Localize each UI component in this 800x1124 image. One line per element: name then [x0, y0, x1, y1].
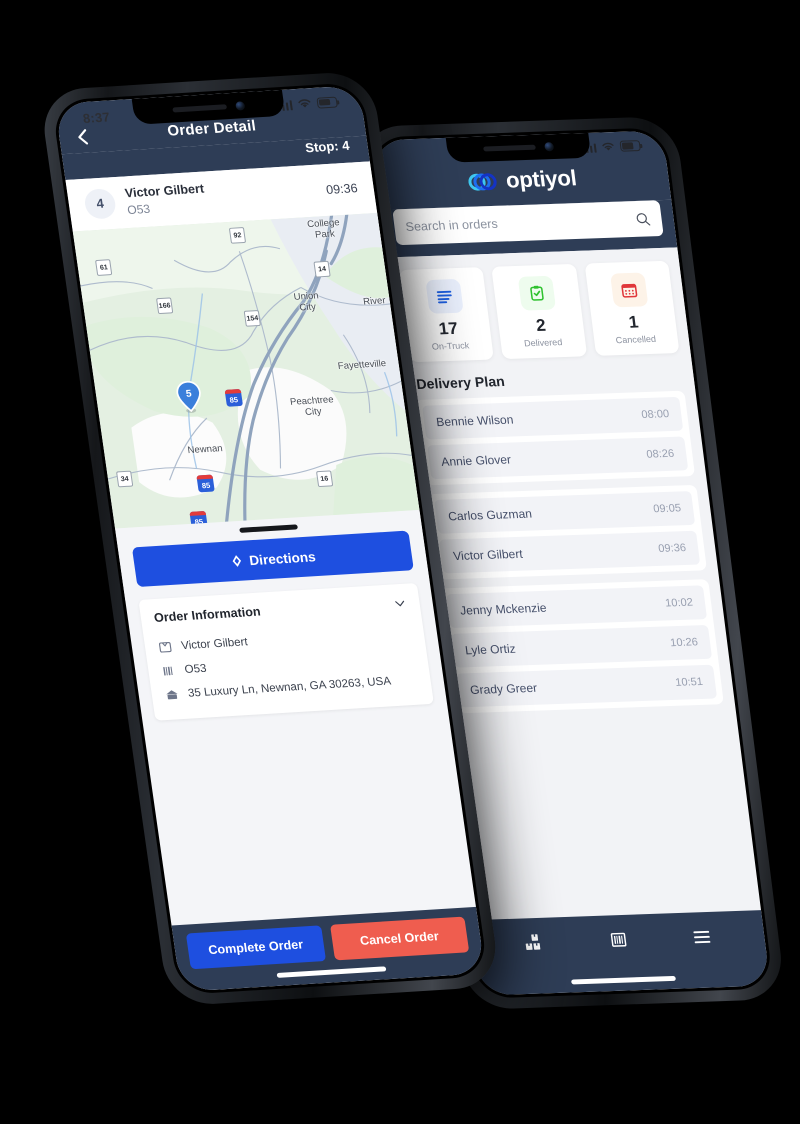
stop-badge: 4 [82, 187, 118, 220]
list-item-time: 09:36 [657, 541, 687, 555]
list-item[interactable]: Jenny Mckenzie 10:02 [445, 584, 708, 628]
list-item-time: 09:05 [652, 502, 682, 515]
camera-icon [235, 100, 246, 111]
speaker-icon [172, 103, 228, 113]
bottom-tab-bar [469, 910, 771, 996]
order-info-value: 35 Luxury Ln, Newnan, GA 30263, USA [187, 675, 392, 700]
list-item-time: 08:00 [640, 407, 670, 421]
stats-row: 17 On-Truck 2 Delivered 1 Cancelled [386, 247, 692, 373]
plan-group: Carlos Guzman 09:05 Victor Gilbert 09:36 [427, 484, 707, 580]
order-info-value: O53 [183, 662, 208, 677]
list-item-time: 08:26 [645, 447, 675, 461]
list-item[interactable]: Annie Glover 08:26 [427, 436, 689, 479]
map-route-shield: 92 [228, 227, 247, 244]
plan-group: Bennie Wilson 08:00 Annie Glover 08:26 [415, 390, 696, 486]
list-item-name: Annie Glover [440, 452, 512, 469]
map-city-label: Peachtree City [289, 394, 335, 418]
stat-value: 1 [627, 312, 640, 332]
stat-card-delivered[interactable]: 2 Delivered [491, 263, 587, 359]
list-item-name: Carlos Guzman [447, 506, 533, 524]
bottom-action-bar: Complete Order Cancel Order [171, 906, 486, 992]
complete-order-button[interactable]: Complete Order [185, 925, 326, 970]
map-pin-marker[interactable]: 5 [174, 380, 205, 415]
barcode-icon [161, 664, 177, 679]
map-view[interactable]: 5 College Park Union City River Fayettevil… [72, 212, 420, 529]
stop-time: 09:36 [325, 180, 359, 197]
list-item[interactable]: Bennie Wilson 08:00 [422, 396, 684, 440]
notch [445, 132, 592, 163]
cancel-order-button[interactable]: Cancel Order [329, 916, 470, 961]
camera-icon [543, 142, 554, 152]
stop-label: Stop: 4 [304, 137, 351, 156]
search-icon[interactable] [634, 211, 651, 226]
mockup-stage: optiyol Search in orders 17 On-Truck 2 D… [0, 0, 800, 1124]
map-route-shield: 154 [243, 310, 262, 327]
map-route-shield: 14 [313, 260, 331, 278]
map-interstate-shield: 85 [196, 474, 215, 493]
plan-group: Jenny Mckenzie 10:02 Lyle Ortiz 10:26 Gr… [439, 578, 724, 714]
list-item-name: Grady Greer [469, 680, 538, 697]
boxes-icon[interactable] [523, 932, 548, 955]
search-placeholder: Search in orders [404, 216, 499, 234]
stat-label: Delivered [523, 336, 563, 349]
building-icon [164, 687, 180, 702]
chevron-down-icon[interactable] [392, 596, 407, 610]
order-information-title: Order Information [153, 604, 262, 625]
map-route-shield: 16 [315, 470, 333, 488]
speaker-icon [483, 144, 536, 152]
map-city-label: Union City [292, 290, 320, 313]
list-item-name: Victor Gilbert [452, 546, 524, 563]
directions-label: Directions [248, 548, 317, 568]
clipboard-check-icon [517, 275, 557, 311]
brand-name: optiyol [504, 165, 578, 193]
barcode-icon[interactable] [606, 929, 631, 952]
list-item[interactable]: Grady Greer 10:51 [455, 664, 718, 708]
map-route-shield: 34 [116, 470, 134, 488]
stat-label: Cancelled [615, 333, 657, 345]
list-item-name: Jenny Mckenzie [459, 600, 548, 618]
optiyol-circles-logo [467, 172, 499, 191]
list-item[interactable]: Carlos Guzman 09:05 [433, 490, 696, 534]
list-item-name: Bennie Wilson [435, 412, 515, 429]
navigation-arrow-icon [233, 555, 242, 567]
list-item-name: Lyle Ortiz [464, 641, 517, 658]
list-item[interactable]: Victor Gilbert 09:36 [439, 530, 701, 574]
inbox-icon [157, 640, 173, 655]
menu-icon[interactable] [690, 926, 715, 949]
list-item-time: 10:02 [664, 596, 694, 610]
list-item-time: 10:51 [674, 675, 704, 689]
list-item[interactable]: Lyle Ortiz 10:26 [450, 624, 713, 668]
map-city-label: College Park [306, 217, 341, 241]
stat-card-cancelled[interactable]: 1 Cancelled [584, 260, 680, 356]
chevron-left-icon[interactable] [72, 126, 95, 147]
map-route-shield: 166 [155, 297, 174, 315]
stat-label: On-Truck [431, 340, 470, 352]
list-item-time: 10:26 [669, 636, 699, 649]
map-interstate-shield: 85 [224, 389, 243, 407]
stat-card-on-truck[interactable]: 17 On-Truck [398, 267, 495, 363]
order-info-value: Victor Gilbert [180, 636, 249, 653]
stat-value: 2 [535, 315, 547, 335]
list-lines-icon [425, 278, 464, 314]
map-route-shield: 61 [95, 259, 113, 276]
stat-value: 17 [437, 318, 460, 339]
order-information-card: Order Information Victor Gilbert O53 35 … [138, 583, 434, 721]
calendar-icon [610, 272, 649, 308]
